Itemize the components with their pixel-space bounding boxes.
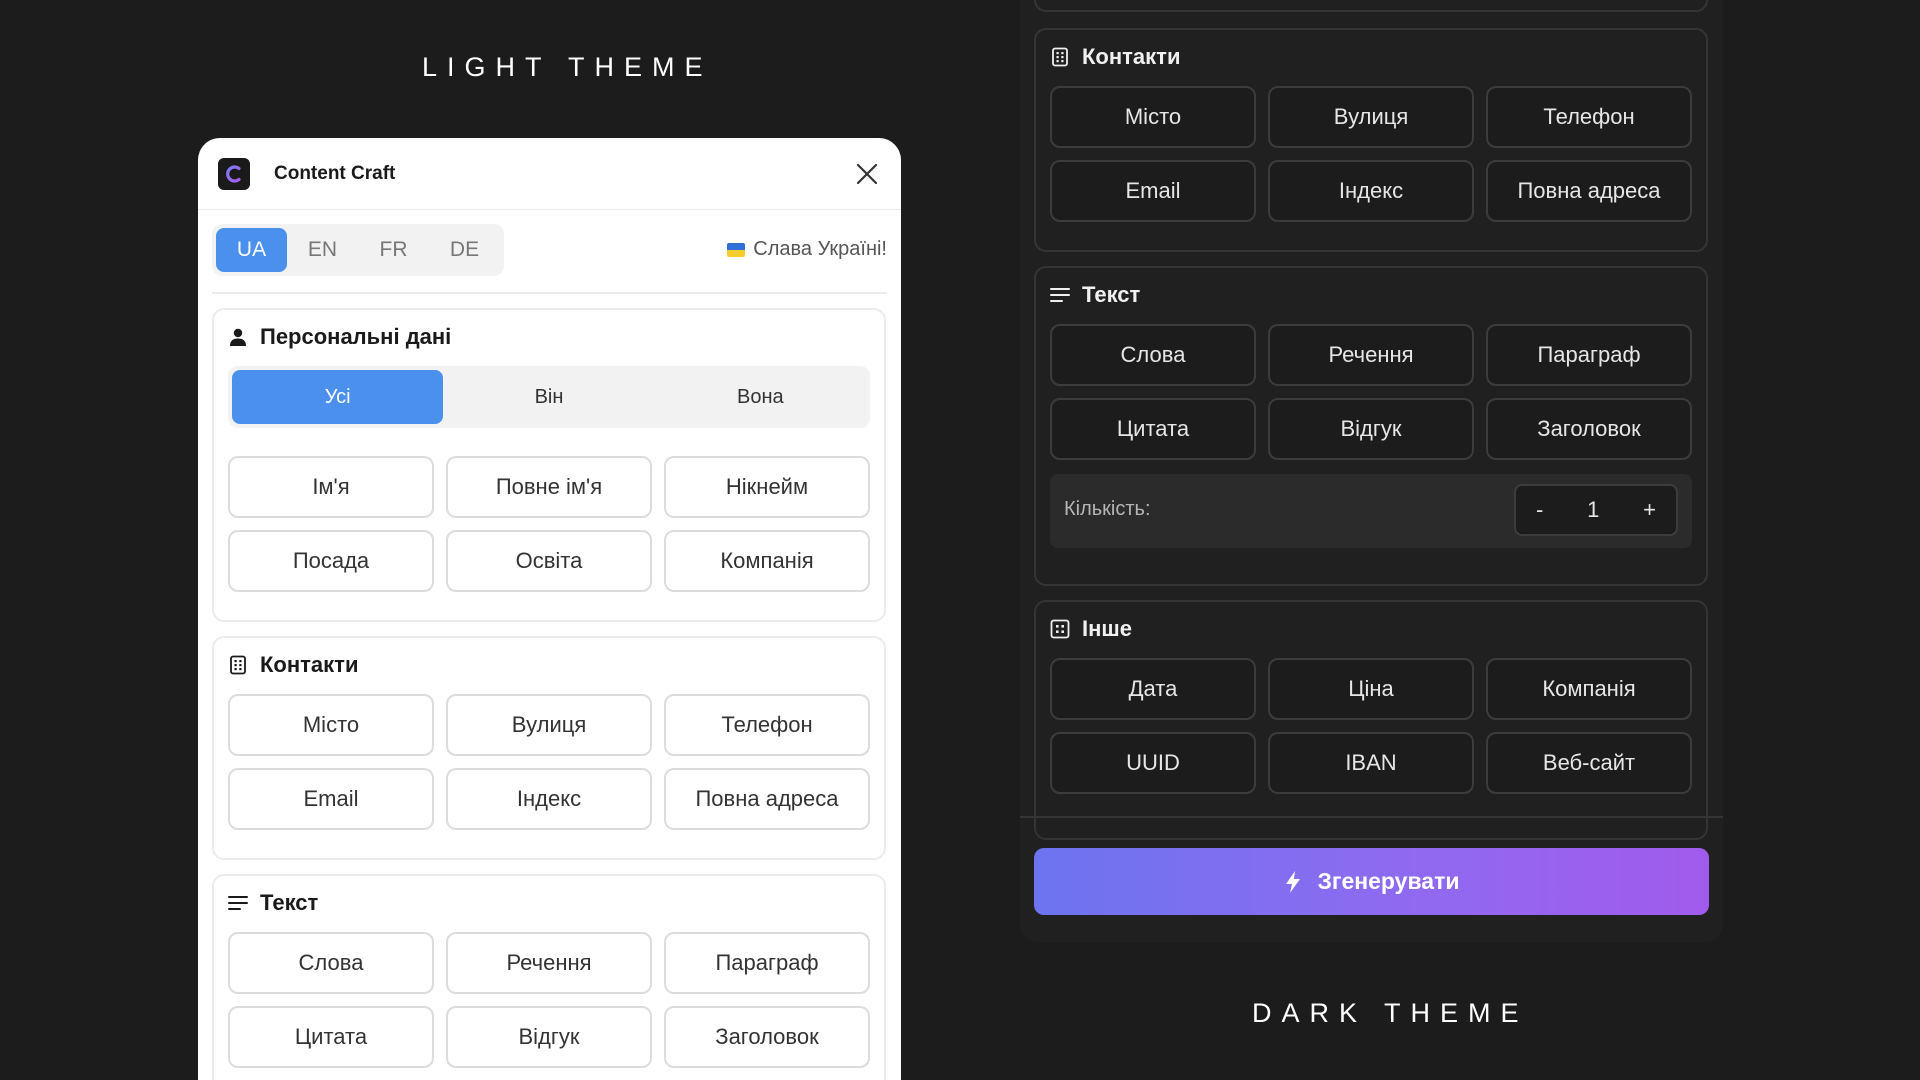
lang-de-button[interactable]: DE bbox=[429, 228, 500, 272]
quote-button[interactable]: Цитата bbox=[1050, 398, 1256, 460]
other-grid-dark: Дата Ціна Компанія UUID IBAN Веб-сайт bbox=[1050, 658, 1692, 794]
contacts-header: Контакти bbox=[228, 652, 358, 678]
quantity-label: Кількість: bbox=[1064, 498, 1151, 520]
text-section-dark: Текст Слова Речення Параграф Цитата Відг… bbox=[1034, 266, 1708, 586]
dark-theme-caption: DARK THEME bbox=[1252, 998, 1529, 1028]
full-name-button[interactable]: Повне ім'я bbox=[446, 456, 652, 518]
user-icon bbox=[230, 328, 246, 346]
dark-panel: Контакти Місто Вулиця Телефон Email Інде… bbox=[1020, 0, 1723, 942]
zip-button[interactable]: Індекс bbox=[446, 768, 652, 830]
light-theme-caption: LIGHT THEME bbox=[422, 52, 713, 82]
words-button[interactable]: Слова bbox=[1050, 324, 1256, 386]
full-address-button[interactable]: Повна адреса bbox=[664, 768, 870, 830]
date-button[interactable]: Дата bbox=[1050, 658, 1256, 720]
uuid-button[interactable]: UUID bbox=[1050, 732, 1256, 794]
lang-fr-button[interactable]: FR bbox=[358, 228, 429, 272]
company-button[interactable]: Компанія bbox=[664, 530, 870, 592]
light-panel: Content Craft UA EN FR DE Слава Україні!… bbox=[198, 138, 901, 1080]
contacts-book-icon bbox=[230, 655, 246, 675]
contacts-grid: Місто Вулиця Телефон Email Індекс Повна … bbox=[228, 694, 870, 830]
website-button[interactable]: Веб-сайт bbox=[1486, 732, 1692, 794]
ukraine-flag-icon bbox=[727, 242, 746, 257]
text-section: Текст Слова Речення Параграф Цитата Відг… bbox=[212, 874, 886, 1080]
sentence-button[interactable]: Речення bbox=[446, 932, 652, 994]
street-button[interactable]: Вулиця bbox=[446, 694, 652, 756]
text-title: Текст bbox=[1082, 282, 1141, 307]
phone-button[interactable]: Телефон bbox=[664, 694, 870, 756]
email-button[interactable]: Email bbox=[228, 768, 434, 830]
paragraph-button[interactable]: Параграф bbox=[1486, 324, 1692, 386]
text-lines-icon bbox=[1050, 288, 1070, 302]
education-button[interactable]: Освіта bbox=[446, 530, 652, 592]
gender-all-button[interactable]: Усі bbox=[232, 370, 444, 424]
generate-button[interactable]: Згенерувати bbox=[1034, 848, 1709, 915]
app-title: Content Craft bbox=[274, 162, 396, 184]
gender-female-button[interactable]: Вона bbox=[655, 370, 866, 424]
personal-data-title: Персональні дані bbox=[260, 324, 452, 349]
contacts-grid-dark: Місто Вулиця Телефон Email Індекс Повна … bbox=[1050, 86, 1692, 222]
text-title: Текст bbox=[260, 890, 319, 915]
street-button[interactable]: Вулиця bbox=[1268, 86, 1474, 148]
phone-button[interactable]: Телефон bbox=[1486, 86, 1692, 148]
zip-button[interactable]: Індекс bbox=[1268, 160, 1474, 222]
slogan-text: Слава Україні! bbox=[753, 238, 887, 260]
first-name-button[interactable]: Ім'я bbox=[228, 456, 434, 518]
app-logo bbox=[218, 157, 250, 190]
heading-button[interactable]: Заголовок bbox=[1486, 398, 1692, 460]
contacts-section-dark: Контакти Місто Вулиця Телефон Email Інде… bbox=[1034, 28, 1708, 252]
footer-divider bbox=[1020, 816, 1723, 818]
review-button[interactable]: Відгук bbox=[446, 1006, 652, 1068]
personal-data-header: Персональні дані bbox=[228, 324, 451, 350]
other-section-dark: Інше Дата Ціна Компанія UUID IBAN Веб-са… bbox=[1034, 600, 1708, 840]
full-address-button[interactable]: Повна адреса bbox=[1486, 160, 1692, 222]
personal-data-section: Персональні дані Усі Він Вона Ім'я Повне… bbox=[212, 308, 886, 622]
position-button[interactable]: Посада bbox=[228, 530, 434, 592]
quantity-value[interactable]: 1 bbox=[1587, 497, 1599, 523]
nickname-button[interactable]: Нікнейм bbox=[664, 456, 870, 518]
contacts-header-dark: Контакти bbox=[1050, 44, 1180, 70]
increment-button[interactable]: + bbox=[1643, 497, 1656, 523]
panel-header: Content Craft bbox=[198, 138, 901, 210]
decrement-button[interactable]: - bbox=[1536, 497, 1543, 523]
contacts-title: Контакти bbox=[260, 652, 359, 677]
heading-button[interactable]: Заголовок bbox=[664, 1006, 870, 1068]
logo-c-icon bbox=[226, 164, 241, 183]
language-row: UA EN FR DE Слава Україні! bbox=[212, 210, 887, 294]
previous-section-edge bbox=[1034, 0, 1708, 12]
slogan: Слава Україні! bbox=[727, 238, 887, 261]
price-button[interactable]: Ціна bbox=[1268, 658, 1474, 720]
sentence-button[interactable]: Речення bbox=[1268, 324, 1474, 386]
city-button[interactable]: Місто bbox=[1050, 86, 1256, 148]
contacts-book-icon bbox=[1052, 47, 1068, 67]
words-button[interactable]: Слова bbox=[228, 932, 434, 994]
contacts-title: Контакти bbox=[1082, 44, 1181, 69]
contacts-section: Контакти Місто Вулиця Телефон Email Інде… bbox=[212, 636, 886, 860]
text-grid: Слова Речення Параграф Цитата Відгук Заг… bbox=[228, 932, 870, 1068]
gender-switcher: Усі Він Вона bbox=[228, 366, 870, 428]
review-button[interactable]: Відгук bbox=[1268, 398, 1474, 460]
lang-ua-button[interactable]: UA bbox=[216, 228, 287, 272]
quantity-stepper: - 1 + bbox=[1514, 484, 1678, 536]
grid-box-icon bbox=[1050, 619, 1070, 639]
quote-button[interactable]: Цитата bbox=[228, 1006, 434, 1068]
iban-button[interactable]: IBAN bbox=[1268, 732, 1474, 794]
city-button[interactable]: Місто bbox=[228, 694, 434, 756]
quantity-row: Кількість: - 1 + bbox=[1050, 474, 1692, 548]
lightning-icon bbox=[1286, 870, 1301, 893]
paragraph-button[interactable]: Параграф bbox=[664, 932, 870, 994]
text-lines-icon bbox=[228, 896, 248, 910]
other-title: Інше bbox=[1082, 616, 1132, 641]
text-header: Текст bbox=[228, 890, 318, 916]
generate-label: Згенерувати bbox=[1317, 868, 1460, 894]
other-header-dark: Інше bbox=[1050, 616, 1132, 642]
company-button[interactable]: Компанія bbox=[1486, 658, 1692, 720]
lang-en-button[interactable]: EN bbox=[287, 228, 358, 272]
close-icon[interactable] bbox=[855, 162, 879, 186]
gender-male-button[interactable]: Він bbox=[443, 370, 654, 424]
text-header-dark: Текст bbox=[1050, 282, 1140, 308]
language-switcher: UA EN FR DE bbox=[212, 224, 504, 276]
personal-data-grid: Ім'я Повне ім'я Нікнейм Посада Освіта Ко… bbox=[228, 456, 870, 592]
text-grid-dark: Слова Речення Параграф Цитата Відгук Заг… bbox=[1050, 324, 1692, 460]
email-button[interactable]: Email bbox=[1050, 160, 1256, 222]
